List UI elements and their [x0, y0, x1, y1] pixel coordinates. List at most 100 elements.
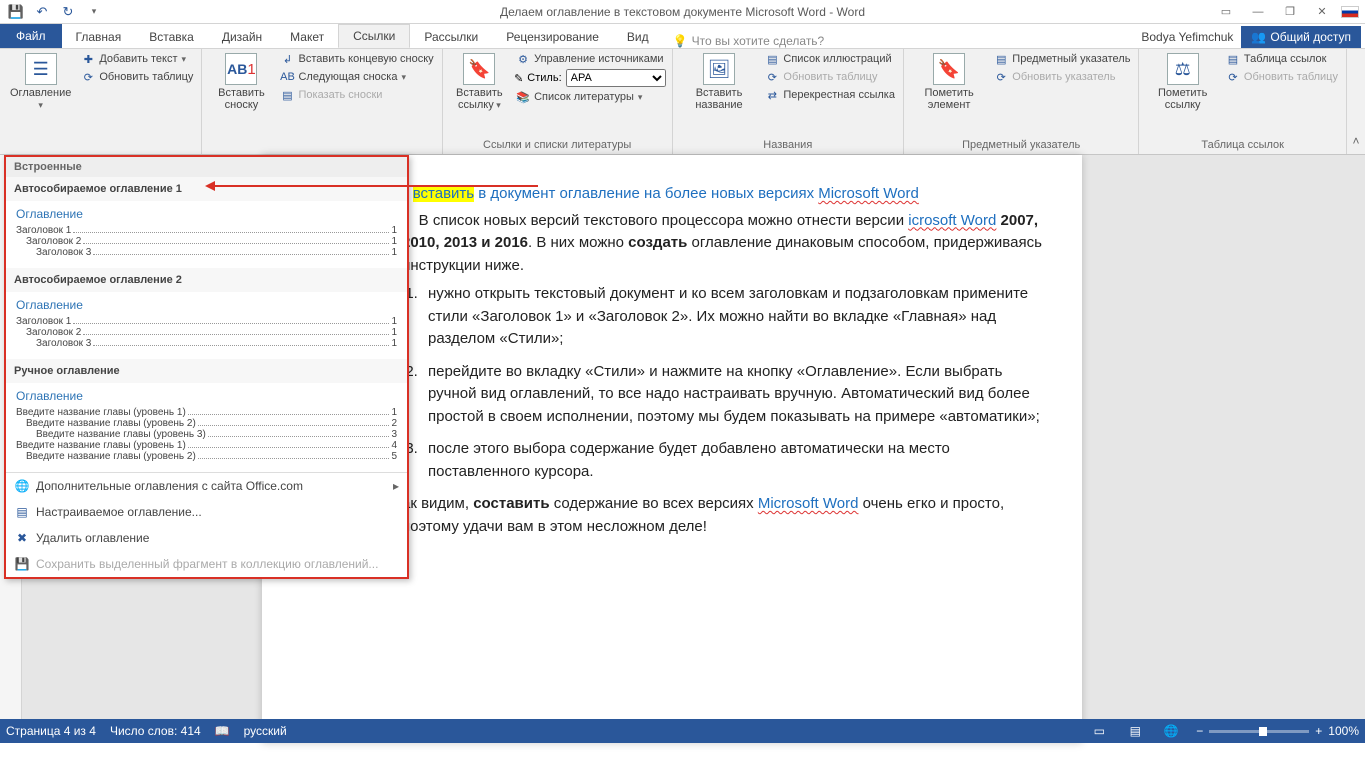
next-footnote-button[interactable]: ABСледующая сноска ▾: [278, 69, 435, 85]
tab-insert[interactable]: Вставка: [135, 26, 208, 48]
insert-citation-button[interactable]: 🔖 Вставить ссылку ▾: [449, 51, 510, 113]
redo-icon[interactable]: ↻: [60, 4, 76, 20]
tab-design[interactable]: Дизайн: [208, 26, 276, 48]
remove-icon: ✖: [14, 530, 30, 546]
menu-save-label: Сохранить выделенный фрагмент в коллекци…: [36, 557, 378, 571]
office-icon: 🌐: [14, 478, 30, 494]
insert-caption-button[interactable]: 🖼 Вставить название: [679, 51, 760, 113]
close-icon[interactable]: ✕: [1309, 4, 1335, 20]
toc-preview-row: Введите название главы (уровень 3)3: [16, 429, 397, 440]
crossref-button[interactable]: ⇄ Перекрестная ссылка: [763, 87, 897, 103]
group-captions: 🖼 Вставить название ▤Список иллюстраций …: [673, 49, 904, 154]
add-text-button[interactable]: ✚Добавить текст ▾: [79, 51, 195, 67]
zoom-thumb[interactable]: [1259, 727, 1267, 736]
toc-preview-row: Заголовок 11: [16, 316, 397, 327]
status-language[interactable]: русский: [244, 724, 287, 738]
view-print-icon[interactable]: ▤: [1124, 723, 1146, 739]
bibliography-button[interactable]: 📚Список литературы ▾: [514, 89, 666, 105]
tab-view[interactable]: Вид: [613, 26, 663, 48]
language-flag-icon[interactable]: [1341, 6, 1359, 18]
mark-citation-label: Пометить ссылку: [1149, 87, 1216, 111]
title-bar: 💾 ↶ ↻ ▾ Делаем оглавление в текстовом до…: [0, 0, 1365, 24]
toc-preview-row: Заголовок 21: [16, 236, 397, 247]
zoom-out-icon[interactable]: −: [1196, 724, 1203, 738]
tab-home[interactable]: Главная: [62, 26, 136, 48]
status-page[interactable]: Страница 4 из 4: [6, 724, 96, 738]
mark-entry-label: Пометить элемент: [914, 87, 984, 111]
tell-me-search[interactable]: 💡 Что вы хотите сделать?: [673, 34, 825, 48]
share-button[interactable]: 👥 Общий доступ: [1241, 26, 1361, 48]
ribbon-tabs: Файл Главная Вставка Дизайн Макет Ссылки…: [0, 24, 1365, 49]
mark-icon: 🔖: [933, 53, 965, 85]
tab-mailings[interactable]: Рассылки: [410, 26, 492, 48]
endnote-icon: ↲: [280, 52, 294, 66]
collapse-ribbon-icon[interactable]: ˄: [1347, 49, 1365, 154]
minimize-icon[interactable]: —: [1245, 4, 1271, 20]
toc-preview-row: Введите название главы (уровень 1)1: [16, 407, 397, 418]
manage-sources-button[interactable]: ⚙Управление источниками: [514, 51, 666, 67]
show-icon: ▤: [280, 88, 294, 102]
endnote-label: Вставить концевую сноску: [298, 53, 433, 65]
zoom-track[interactable]: [1209, 730, 1309, 733]
spellcheck-icon[interactable]: 📖: [215, 724, 230, 738]
custom-icon: ▤: [14, 504, 30, 520]
preview-title: Оглавление: [16, 207, 397, 221]
tab-review[interactable]: Рецензирование: [492, 26, 613, 48]
citation-style-combo[interactable]: ✎ Стиль: APA: [514, 69, 666, 87]
restore-icon[interactable]: ❐: [1277, 4, 1303, 20]
menu-custom-toc[interactable]: ▤Настраиваемое оглавление...: [6, 499, 407, 525]
save-icon[interactable]: 💾: [8, 4, 24, 20]
table-figures-button[interactable]: ▤Список иллюстраций: [763, 51, 897, 67]
undo-icon[interactable]: ↶: [34, 4, 50, 20]
tab-references[interactable]: Ссылки: [338, 24, 410, 48]
group-footnotes-label: [208, 151, 435, 154]
plus-icon: ✚: [81, 52, 95, 66]
gallery-preview-auto1[interactable]: Оглавление Заголовок 11Заголовок 21Загол…: [6, 201, 407, 268]
crossref-label: Перекрестная ссылка: [783, 89, 895, 101]
zoom-value[interactable]: 100%: [1328, 724, 1359, 738]
table-authorities-button[interactable]: ▤Таблица ссылок: [1224, 51, 1340, 67]
refresh-icon: ⟳: [1226, 70, 1240, 84]
tell-me-placeholder: Что вы хотите сделать?: [692, 34, 825, 48]
status-words[interactable]: Число слов: 414: [110, 724, 201, 738]
customize-qat-icon[interactable]: ▾: [86, 4, 102, 20]
chevron-right-icon: ▸: [393, 479, 399, 493]
toc-button[interactable]: ☰ Оглавление▾: [6, 51, 75, 113]
menu-save-selection: 💾Сохранить выделенный фрагмент в коллекц…: [6, 551, 407, 577]
update-table-button[interactable]: ⟳Обновить таблицу: [79, 69, 195, 85]
preview-title: Оглавление: [16, 298, 397, 312]
group-index-label: Предметный указатель: [910, 139, 1132, 154]
insert-endnote-button[interactable]: ↲ Вставить концевую сноску: [278, 51, 435, 67]
style-select[interactable]: APA: [566, 69, 666, 87]
mark-citation-button[interactable]: ⚖ Пометить ссылку: [1145, 51, 1220, 113]
view-web-icon[interactable]: 🌐: [1160, 723, 1182, 739]
toc-preview-row: Заголовок 31: [16, 338, 397, 349]
menu-more-office[interactable]: 🌐 Дополнительные оглавления с сайта Offic…: [6, 473, 407, 499]
zoom-in-icon[interactable]: +: [1315, 724, 1322, 738]
zoom-slider[interactable]: − + 100%: [1196, 724, 1359, 738]
list-item: нужно открыть текстовый документ и ко вс…: [422, 283, 1042, 351]
mark-entry-button[interactable]: 🔖 Пометить элемент: [910, 51, 988, 113]
group-citations: 🔖 Вставить ссылку ▾ ⚙Управление источник…: [443, 49, 673, 154]
update-table-label: Обновить таблицу: [99, 71, 193, 83]
gallery-item-auto2[interactable]: Автособираемое оглавление 2: [6, 268, 407, 292]
tab-file[interactable]: Файл: [0, 24, 62, 48]
menu-remove-toc[interactable]: ✖Удалить оглавление: [6, 525, 407, 551]
user-name[interactable]: Bodya Yefimchuk: [1141, 30, 1233, 44]
gallery-preview-manual[interactable]: Оглавление Введите название главы (урове…: [6, 383, 407, 472]
view-read-icon[interactable]: ▭: [1088, 723, 1110, 739]
toc-preview-row: Введите название главы (уровень 1)4: [16, 440, 397, 451]
refresh-icon: ⟳: [765, 70, 779, 84]
doc-paragraph-2: ак видим, составить содержание во всех в…: [402, 493, 1042, 538]
menu-more-label: Дополнительные оглавления с сайта Office…: [36, 479, 303, 493]
insert-index-button[interactable]: ▤Предметный указатель: [992, 51, 1132, 67]
authorities-label: Таблица ссылок: [1244, 53, 1327, 65]
ribbon-options-icon[interactable]: ▭: [1213, 4, 1239, 20]
gallery-item-manual[interactable]: Ручное оглавление: [6, 359, 407, 383]
document-area: к вставить в документ оглавление на боле…: [0, 155, 1365, 743]
insert-footnote-button[interactable]: AB1 Вставить сноску: [208, 51, 274, 113]
toc-preview-row: Заголовок 11: [16, 225, 397, 236]
tab-layout[interactable]: Макет: [276, 26, 338, 48]
gallery-preview-auto2[interactable]: Оглавление Заголовок 11Заголовок 21Загол…: [6, 292, 407, 359]
crossref-icon: ⇄: [765, 88, 779, 102]
